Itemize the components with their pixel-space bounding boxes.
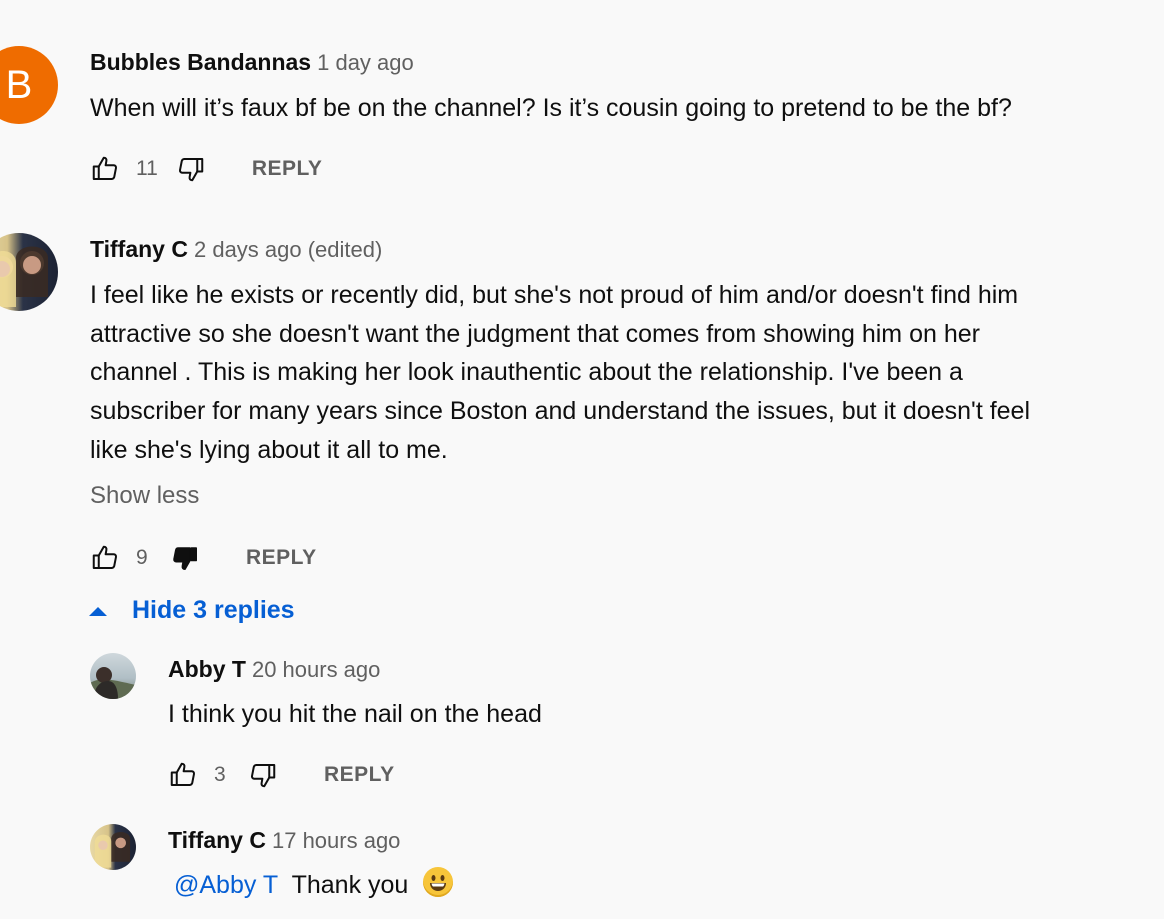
author-name[interactable]: Bubbles Bandannas [90,49,311,75]
grinning-emoji-icon [423,867,454,897]
thumbs-down-icon [178,158,204,182]
mention-link[interactable]: @Abby T [174,871,278,899]
reply-button[interactable]: REPLY [324,763,395,787]
like-count: 3 [214,763,226,786]
avatar[interactable] [0,233,58,311]
like-count: 11 [136,157,158,180]
avatar[interactable]: B [0,46,58,124]
comment-text: I feel like he exists or recently did, b… [90,276,1150,470]
comment-time[interactable]: 1 day ago [317,50,414,75]
comment-text: When will it’s faux bf be on the channel… [90,94,1012,122]
comment-header: Abby T 20 hours ago [168,656,380,683]
thumbs-down-icon [250,764,276,788]
comment-actions: 9 REPLY [90,543,317,573]
comment-actions: 3 REPLY [168,760,395,790]
avatar-photo [0,246,48,307]
comment-time[interactable]: 17 hours ago [272,828,400,853]
author-name[interactable]: Tiffany C [90,236,188,262]
author-name[interactable]: Abby T [168,656,246,682]
dislike-button[interactable] [176,154,206,184]
thumbs-up-icon [92,545,118,569]
reply-text: Thank you [291,871,409,899]
comment-text-line: channel . This is making her look inauth… [90,358,963,387]
avatar-photo [94,831,131,868]
comment-header: Tiffany C 17 hours ago [168,827,400,854]
show-less-button[interactable]: Show less [90,482,199,510]
dislike-button[interactable] [170,543,200,573]
comment-header: Tiffany C2 days ago (edited) [90,236,382,263]
reply-button[interactable]: REPLY [252,157,323,181]
like-button[interactable] [90,154,120,184]
reply-button[interactable]: REPLY [246,546,317,570]
hide-replies-label: Hide 3 replies [132,596,295,624]
like-count: 9 [136,546,148,569]
comment-text: @Abby T Thank you [174,866,454,905]
thumbs-up-icon [170,762,196,786]
comment-header: Bubbles Bandannas 1 day ago [90,49,414,76]
dislike-button[interactable] [248,760,278,790]
like-button[interactable] [90,543,120,573]
avatar[interactable] [90,824,136,870]
comment-text-line: like she's lying about it all to me. [90,435,448,464]
avatar[interactable] [90,653,136,699]
comment-text-line: subscriber for many years since Boston a… [90,397,1031,426]
thumbs-up-icon [92,156,118,180]
avatar-photo [90,667,136,699]
thumbs-down-icon [173,547,197,570]
comment-text: I think you hit the nail on the head [168,700,542,728]
comment-text-line: I feel like he exists or recently did, b… [90,281,1019,309]
comment-time[interactable]: 20 hours ago [252,657,380,682]
comment-time[interactable]: 2 days ago (edited) [194,237,382,262]
comment-text-line: attractive so she doesn't want the judgm… [90,319,980,348]
caret-up-icon [89,606,107,616]
avatar-letter: B [5,62,33,107]
like-button[interactable] [168,760,198,790]
author-name[interactable]: Tiffany C [168,827,266,853]
hide-replies-button[interactable]: Hide 3 replies [88,596,295,625]
comment-actions: 11 REPLY [90,154,322,184]
